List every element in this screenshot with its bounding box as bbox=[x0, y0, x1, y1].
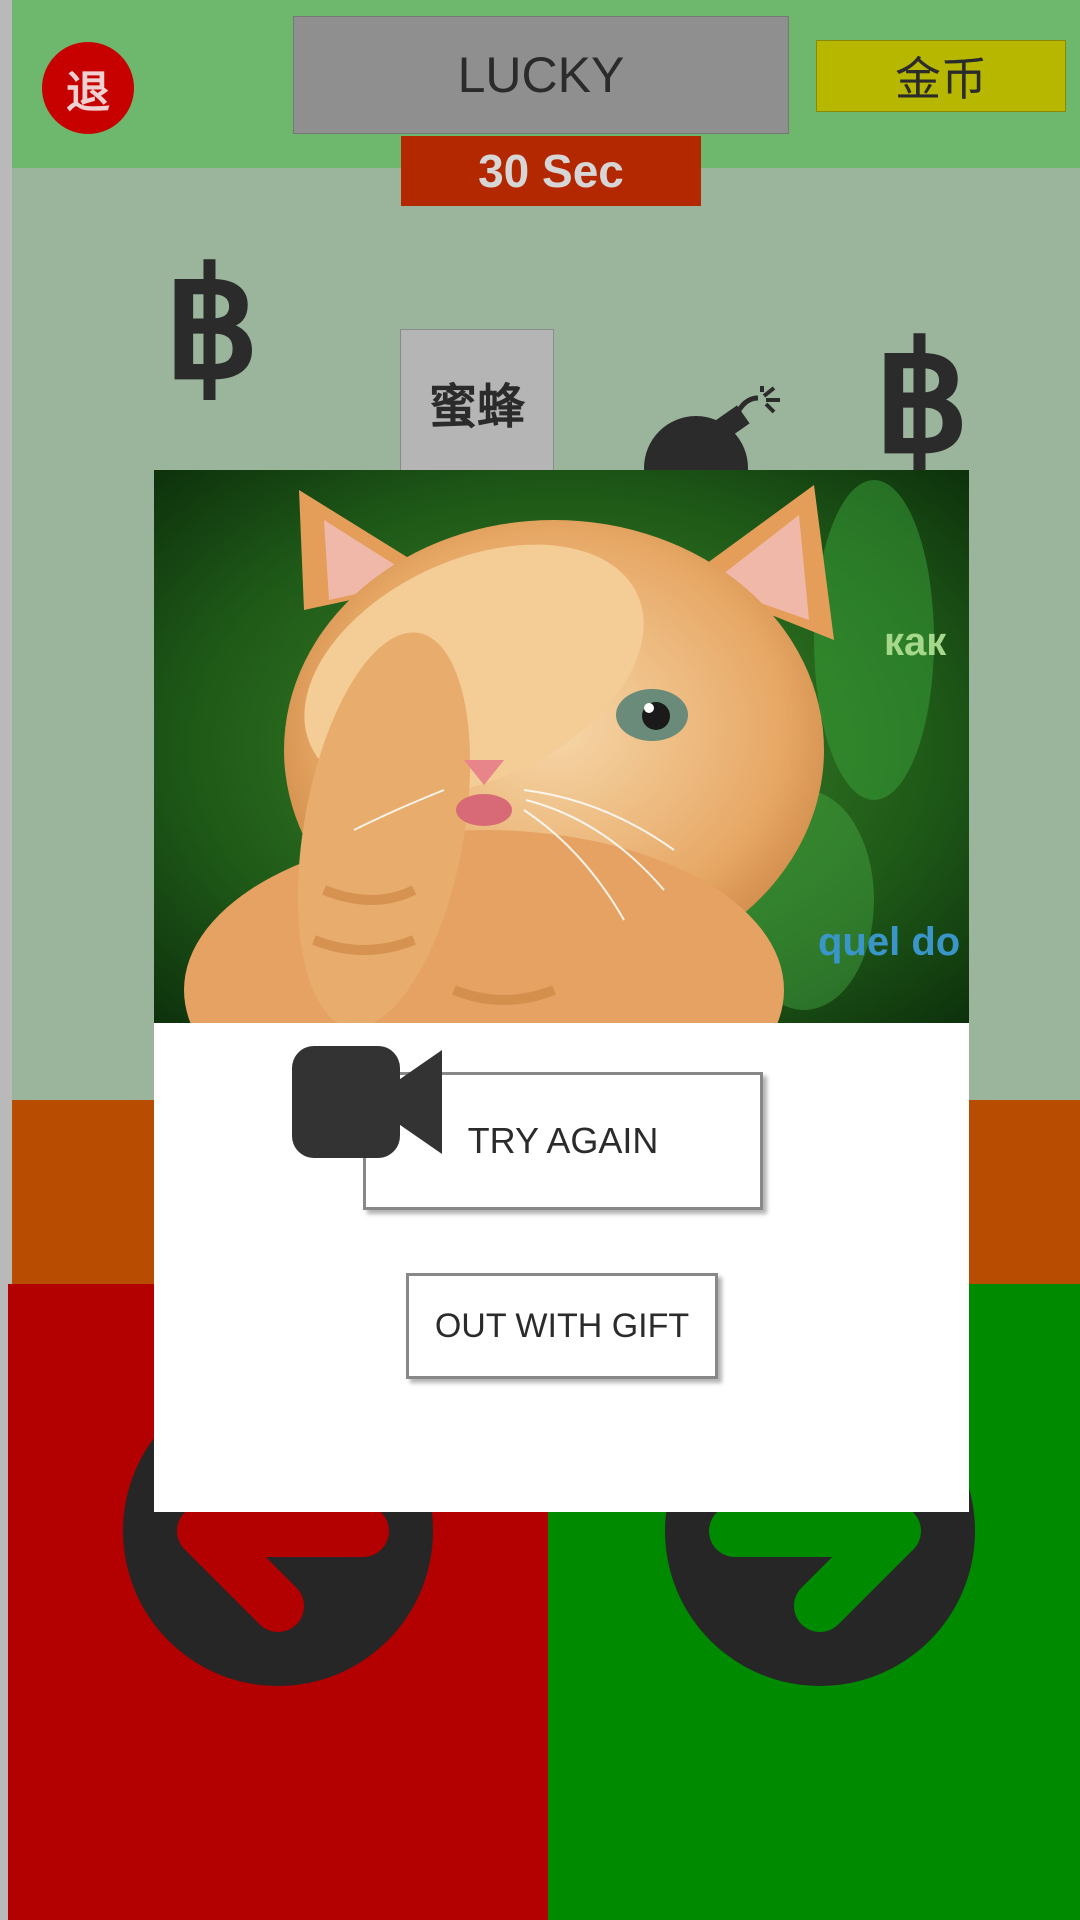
video-camera-icon bbox=[292, 1046, 448, 1158]
timer-badge: 30 Sec bbox=[401, 136, 701, 206]
facepalm-cat-image: как quel do bbox=[154, 470, 969, 1023]
caption-text: quel do bbox=[818, 920, 961, 964]
game-over-dialog: как quel do TRY AGAIN OUT WITH GIFT bbox=[154, 470, 969, 1512]
coins-button[interactable]: 金币 bbox=[816, 40, 1066, 112]
caption-text: как bbox=[884, 620, 947, 664]
out-with-gift-button[interactable]: OUT WITH GIFT bbox=[406, 1273, 718, 1379]
bee-block: 蜜蜂 bbox=[400, 329, 554, 474]
bitcoin-icon: ฿ bbox=[874, 315, 970, 483]
bitcoin-icon: ฿ bbox=[164, 241, 260, 409]
exit-button[interactable]: 退 bbox=[42, 42, 134, 134]
game-title: LUCKY bbox=[293, 16, 789, 134]
